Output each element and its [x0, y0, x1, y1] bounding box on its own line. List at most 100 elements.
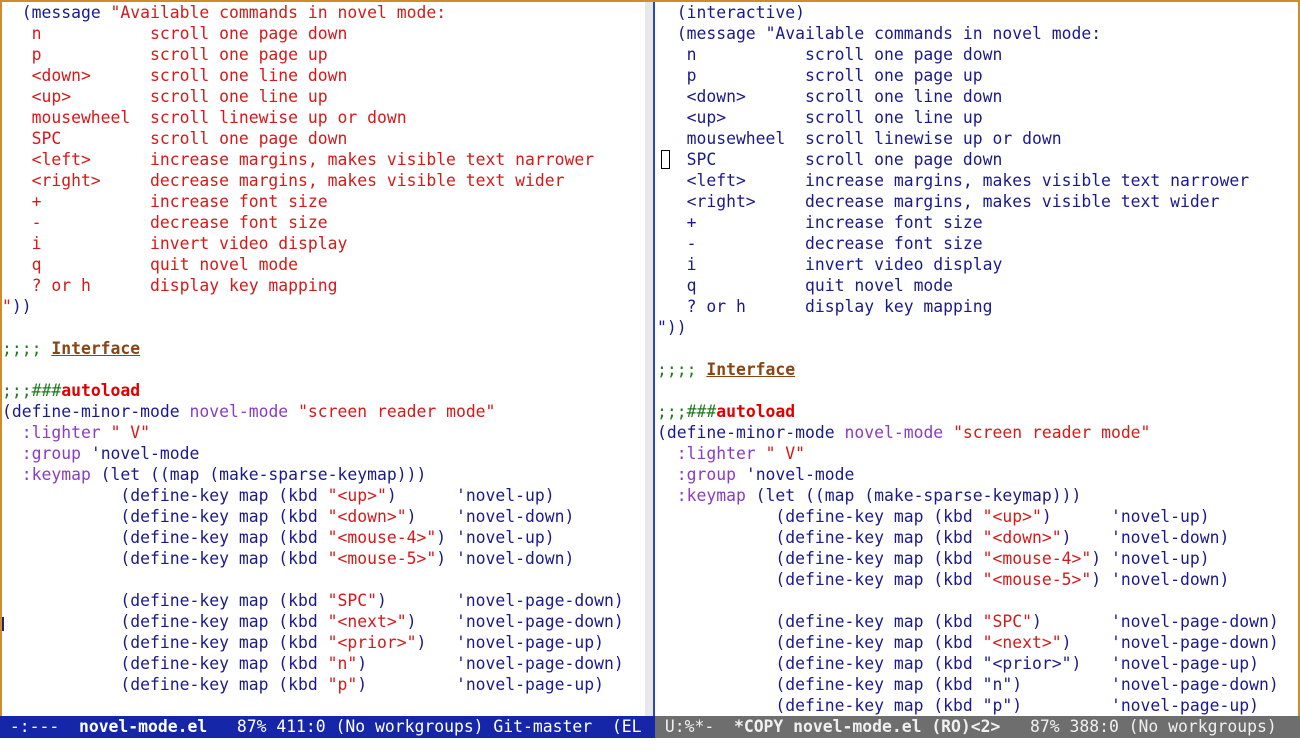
code-line[interactable]: SPC scroll one page down: [2, 128, 645, 149]
code-line[interactable]: ;;;; Interface: [2, 338, 645, 359]
code-line[interactable]: (define-key map (kbd "<up>") 'novel-up): [2, 485, 645, 506]
code-line[interactable]: (define-key map (kbd "p") 'novel-page-up…: [2, 674, 645, 695]
code-line[interactable]: (define-minor-mode novel-mode "screen re…: [657, 422, 1298, 443]
code-line[interactable]: [2, 359, 645, 380]
code-line[interactable]: <right> decrease margins, makes visible …: [657, 191, 1298, 212]
code-token: (define-key map (kbd: [657, 549, 983, 568]
code-line[interactable]: n scroll one page down: [657, 44, 1298, 65]
code-line[interactable]: ;;;; Interface: [657, 359, 1298, 380]
code-line[interactable]: q quit novel mode: [2, 254, 645, 275]
code-line[interactable]: q quit novel mode: [657, 275, 1298, 296]
code-line[interactable]: ")): [657, 317, 1298, 338]
code-line[interactable]: <left> increase margins, makes visible t…: [657, 170, 1298, 191]
modeline-state: U:%*-: [655, 717, 734, 736]
code-line[interactable]: (define-key map (kbd "<mouse-4>") 'novel…: [2, 527, 645, 548]
modeline-info: 87% 411:0 (No workgroups) Git-master (EL: [207, 717, 642, 736]
code-line[interactable]: <up> scroll one line up: [2, 86, 645, 107]
code-line[interactable]: :lighter " V": [657, 443, 1298, 464]
code-token: "n": [327, 654, 358, 673]
code-line[interactable]: <left> increase margins, makes visible t…: [2, 149, 645, 170]
code-line[interactable]: [657, 590, 1298, 611]
code-buffer-left[interactable]: (message "Available commands in novel mo…: [2, 2, 645, 695]
code-line[interactable]: (define-key map (kbd "SPC") 'novel-page-…: [2, 590, 645, 611]
modeline-buffer-name[interactable]: novel-mode.el: [79, 717, 207, 736]
code-line[interactable]: (define-key map (kbd "p") 'novel-page-up…: [657, 695, 1298, 716]
code-token: p scroll one page up: [2, 45, 328, 64]
code-line[interactable]: p scroll one page up: [2, 44, 645, 65]
code-line[interactable]: (message "Available commands in novel mo…: [2, 2, 645, 23]
code-token: <left> increase margins, makes visible t…: [2, 150, 595, 169]
code-line[interactable]: (define-key map (kbd "<mouse-4>") 'novel…: [657, 548, 1298, 569]
modeline-buffer-name[interactable]: *COPY novel-mode.el (RO)<2>: [734, 717, 1000, 736]
code-line[interactable]: p scroll one page up: [657, 65, 1298, 86]
code-line[interactable]: :group 'novel-mode: [657, 464, 1298, 485]
code-line[interactable]: <down> scroll one line down: [657, 86, 1298, 107]
code-line[interactable]: :keymap (let ((map (make-sparse-keymap))…: [2, 464, 645, 485]
code-line[interactable]: + increase font size: [2, 191, 645, 212]
code-line[interactable]: i invert video display: [2, 233, 645, 254]
code-line[interactable]: (interactive): [657, 2, 1298, 23]
code-line[interactable]: (define-key map (kbd "n") 'novel-page-do…: [2, 653, 645, 674]
modeline-state: -:---: [0, 717, 79, 736]
code-line[interactable]: (define-key map (kbd "n") 'novel-page-do…: [657, 674, 1298, 695]
window-divider[interactable]: [653, 2, 655, 716]
code-line[interactable]: (define-key map (kbd "<down>") 'novel-do…: [657, 527, 1298, 548]
code-token: :keymap: [657, 486, 746, 505]
code-line[interactable]: + increase font size: [657, 212, 1298, 233]
code-token: Interface: [51, 339, 141, 358]
code-line[interactable]: mousewheel scroll linewise up or down: [657, 128, 1298, 149]
code-token: novel-mode: [189, 402, 289, 421]
code-token: (define-key map (kbd: [2, 675, 328, 694]
code-line[interactable]: (define-key map (kbd "<up>") 'novel-up): [657, 506, 1298, 527]
code-token: ;;;###: [657, 402, 717, 421]
code-line[interactable]: [657, 380, 1298, 401]
code-line[interactable]: ")): [2, 296, 645, 317]
code-line[interactable]: <down> scroll one line down: [2, 65, 645, 86]
code-line[interactable]: [657, 338, 1298, 359]
code-token: )): [11, 297, 32, 316]
modeline-right[interactable]: U:%*- *COPY novel-mode.el (RO)<2> 87% 38…: [655, 716, 1300, 738]
echo-area[interactable]: [0, 738, 1300, 756]
modeline-left[interactable]: -:--- novel-mode.el 87% 411:0 (No workgr…: [0, 716, 655, 738]
code-buffer-right[interactable]: (interactive) (message "Available comman…: [657, 2, 1298, 716]
code-token: <down> scroll one line down: [2, 66, 348, 85]
code-line[interactable]: (define-key map (kbd "<prior>") 'novel-p…: [2, 632, 645, 653]
window-scroll-gutter[interactable]: [645, 2, 653, 716]
code-line[interactable]: (define-key map (kbd "<mouse-5>") 'novel…: [2, 548, 645, 569]
code-line[interactable]: <up> scroll one line up: [657, 107, 1298, 128]
editor-window-left[interactable]: (message "Available commands in novel mo…: [2, 2, 645, 716]
code-token: ;;;###: [2, 381, 62, 400]
code-line[interactable]: (define-key map (kbd "<next>") 'novel-pa…: [2, 611, 645, 632]
code-line[interactable]: ;;;###autoload: [2, 380, 645, 401]
code-line[interactable]: :group 'novel-mode: [2, 443, 645, 464]
code-line[interactable]: ? or h display key mapping: [657, 296, 1298, 317]
code-line[interactable]: ;;;###autoload: [657, 401, 1298, 422]
code-line[interactable]: - decrease font size: [657, 233, 1298, 254]
code-line[interactable]: [2, 317, 645, 338]
code-token: "<down>": [982, 528, 1062, 547]
code-line[interactable]: SPC scroll one page down: [657, 149, 1298, 170]
code-token: :lighter: [2, 423, 101, 442]
code-line[interactable]: i invert video display: [657, 254, 1298, 275]
code-line[interactable]: :lighter " V": [2, 422, 645, 443]
fringe-indicator: [2, 617, 4, 631]
code-line[interactable]: (define-key map (kbd "SPC") 'novel-page-…: [657, 611, 1298, 632]
code-line[interactable]: (define-key map (kbd "<mouse-5>") 'novel…: [657, 569, 1298, 590]
code-line[interactable]: :keymap (let ((map (make-sparse-keymap))…: [657, 485, 1298, 506]
code-line[interactable]: (message "Available commands in novel mo…: [657, 23, 1298, 44]
code-line[interactable]: n scroll one page down: [2, 23, 645, 44]
code-token: ) 'novel-up): [1041, 507, 1210, 526]
code-line[interactable]: ? or h display key mapping: [2, 275, 645, 296]
code-line[interactable]: (define-key map (kbd "<down>") 'novel-do…: [2, 506, 645, 527]
code-line[interactable]: (define-minor-mode novel-mode "screen re…: [2, 401, 645, 422]
code-line[interactable]: mousewheel scroll linewise up or down: [2, 107, 645, 128]
code-line[interactable]: (define-key map (kbd "<prior>") 'novel-p…: [657, 653, 1298, 674]
code-line[interactable]: (define-key map (kbd "<next>") 'novel-pa…: [657, 632, 1298, 653]
code-token: ) 'novel-page-down): [357, 654, 624, 673]
code-line[interactable]: [2, 569, 645, 590]
code-token: ) 'novel-up): [386, 486, 555, 505]
code-line[interactable]: <right> decrease margins, makes visible …: [2, 170, 645, 191]
code-line[interactable]: - decrease font size: [2, 212, 645, 233]
editor-window-right[interactable]: (interactive) (message "Available comman…: [657, 2, 1298, 716]
